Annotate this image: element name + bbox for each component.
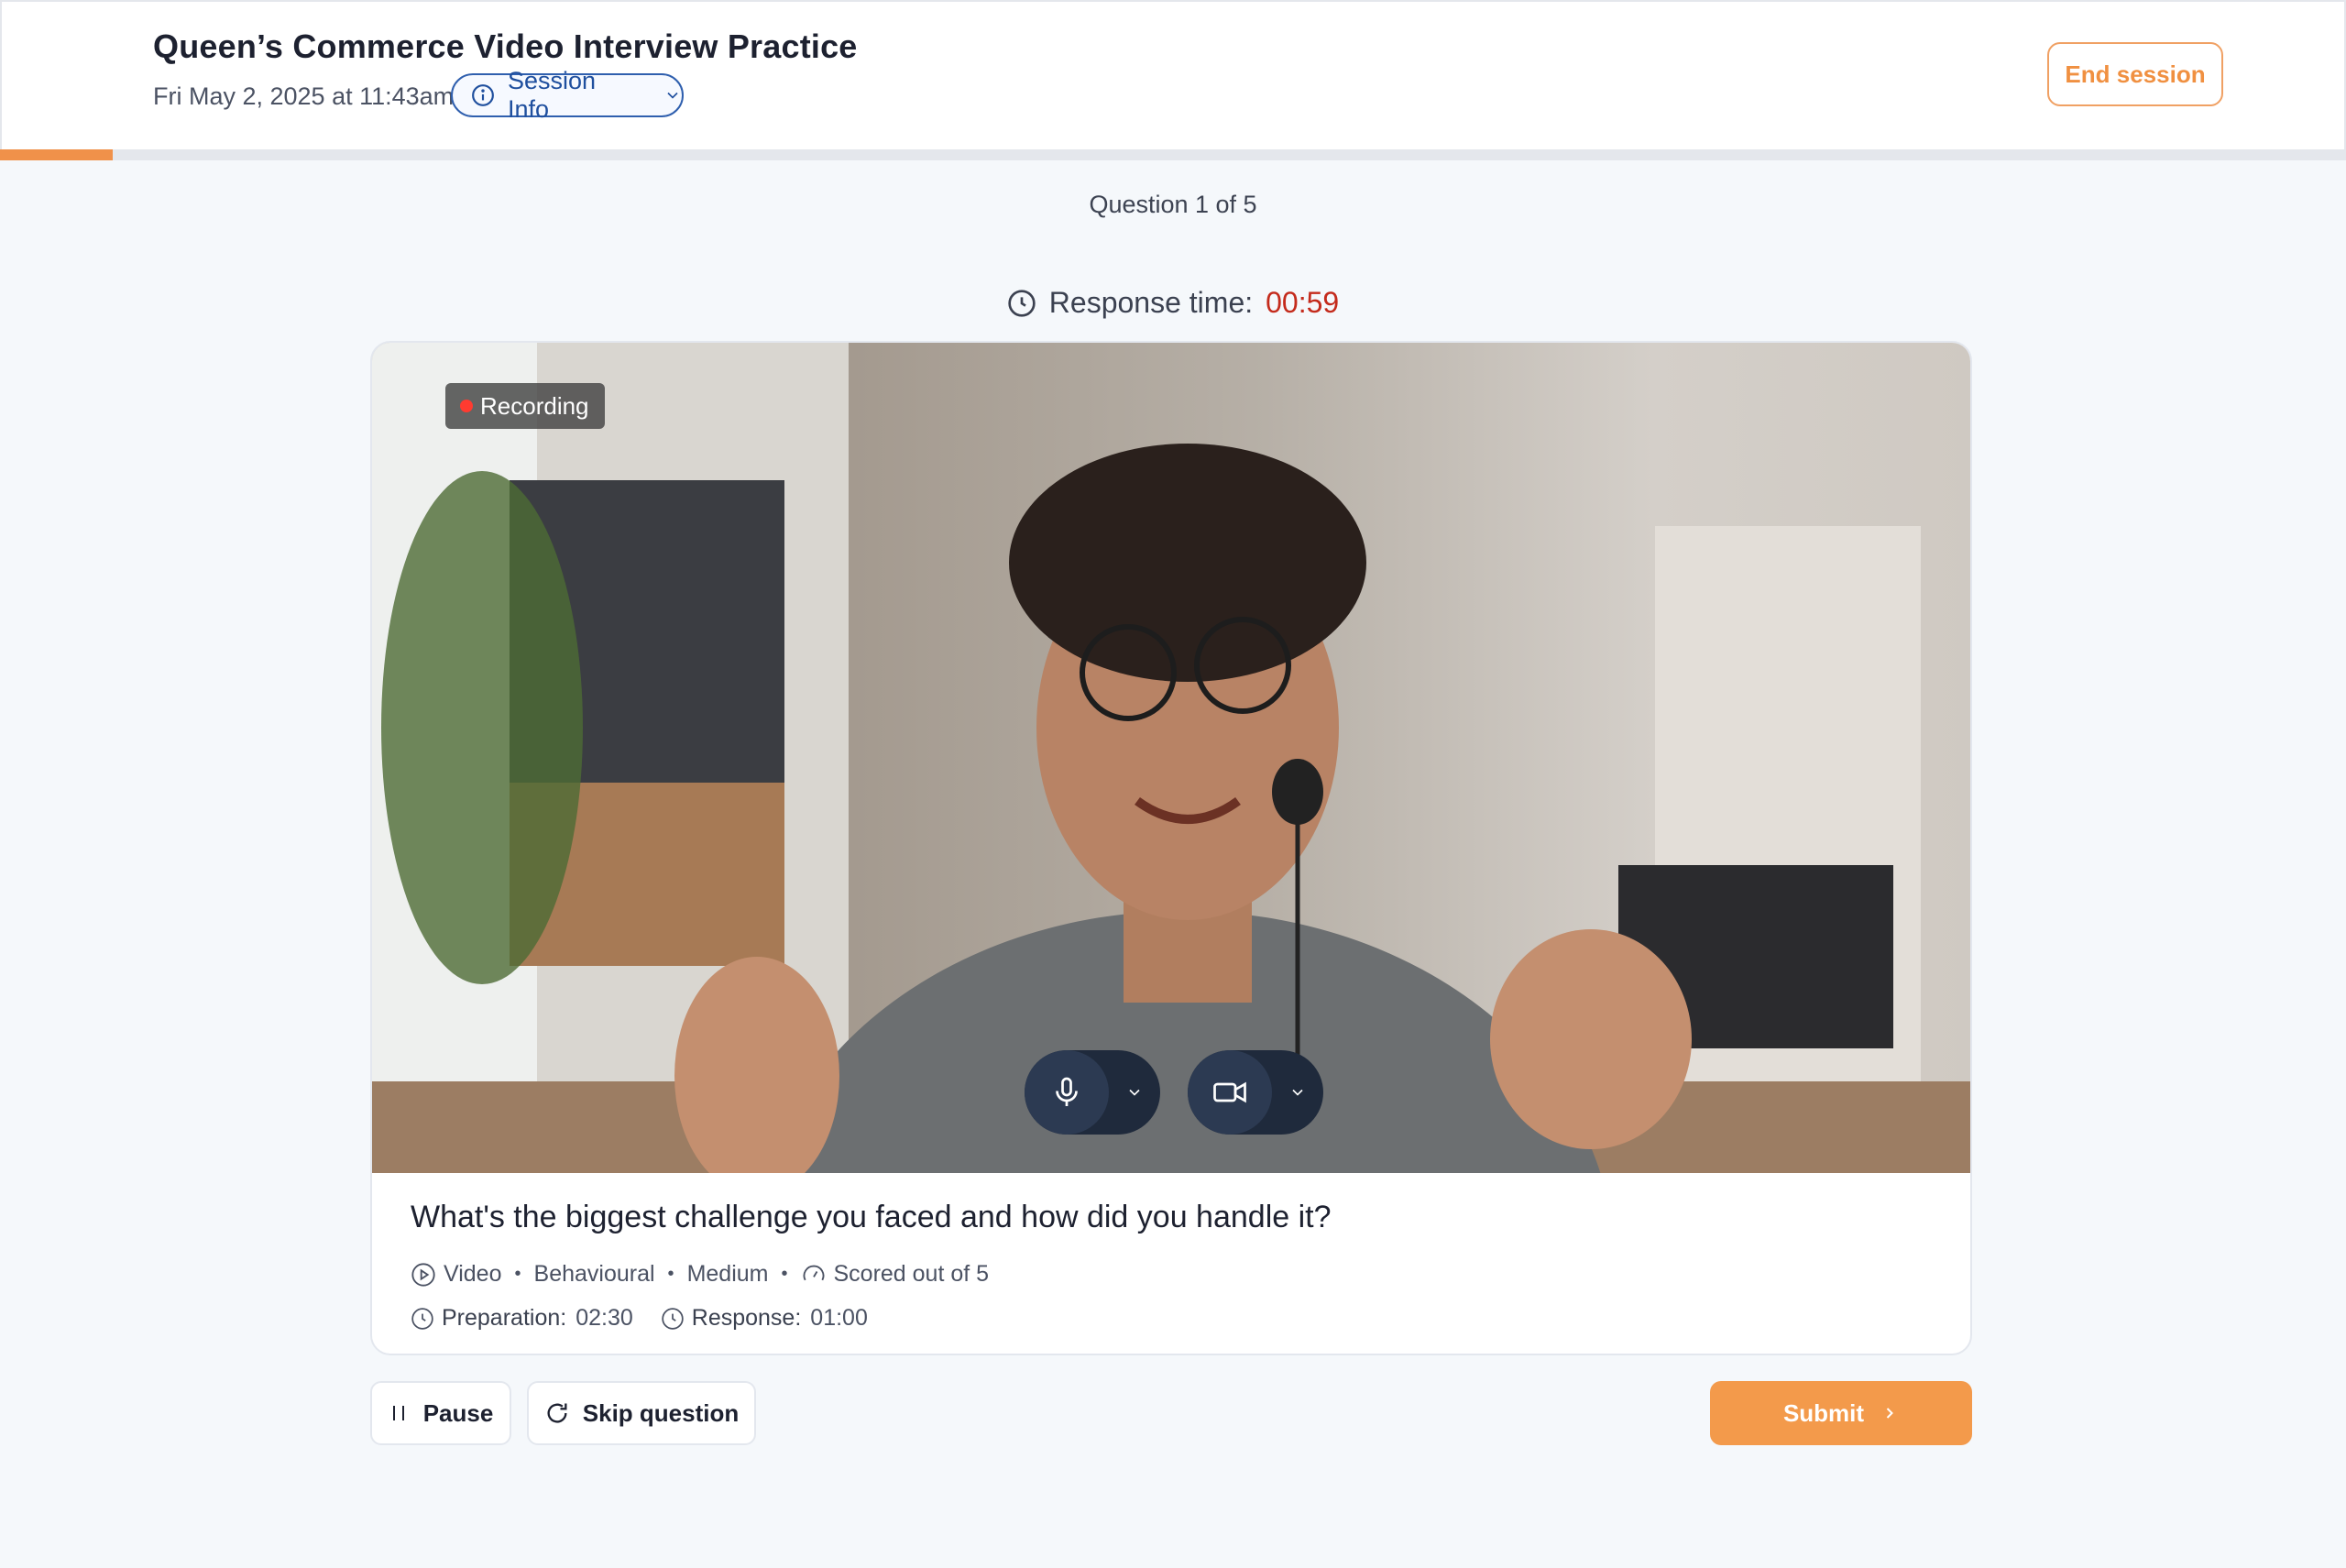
question-text: What's the biggest challenge you faced a… [411, 1200, 1332, 1234]
pause-label: Pause [422, 1398, 494, 1427]
question-scoring: Scored out of 5 [833, 1261, 990, 1287]
pause-icon [389, 1402, 411, 1424]
clock-icon [411, 1307, 434, 1331]
progress-bar-fill [0, 149, 113, 160]
response-timer-label: Response time: [1048, 286, 1254, 319]
question-difficulty: Medium [686, 1261, 769, 1287]
clock-icon [1007, 289, 1036, 318]
separator-dot: • [667, 1264, 674, 1284]
skip-question-button[interactable]: Skip question [527, 1381, 756, 1445]
question-category: Behavioural [533, 1261, 655, 1287]
chevron-right-icon [1880, 1404, 1899, 1422]
recording-dot-icon [460, 400, 473, 412]
play-circle-icon [411, 1262, 436, 1288]
info-icon [471, 83, 495, 107]
camera-toggle-button[interactable] [1188, 1050, 1272, 1135]
question-card: Recording What's the biggest challenge y… [370, 341, 1972, 1355]
response-value: 01:00 [810, 1305, 868, 1331]
question-counter: Question 1 of 5 [1089, 191, 1257, 218]
recording-label: Recording [480, 391, 589, 420]
response-timer-value: 00:59 [1266, 286, 1340, 319]
response-timer: Response time: 00:59 [0, 286, 2346, 320]
microphone-icon [1050, 1076, 1083, 1109]
video-preview: Recording [372, 343, 1970, 1173]
chevron-down-icon [1288, 1083, 1307, 1102]
video-camera-icon [1211, 1076, 1248, 1109]
separator-dot: • [514, 1264, 521, 1284]
question-meta: Video • Behavioural • Medium • Scored ou… [411, 1261, 989, 1288]
preparation-label: Preparation: [442, 1305, 567, 1331]
progress-bar [0, 149, 2346, 160]
session-info-button[interactable]: Session Info [451, 67, 684, 123]
submit-button[interactable]: Submit [1710, 1381, 1972, 1445]
pause-button[interactable]: Pause [370, 1381, 511, 1445]
session-info-label: Session Info [508, 67, 597, 123]
gauge-icon [801, 1262, 827, 1288]
camera-control [1188, 1050, 1323, 1135]
clock-icon [661, 1307, 685, 1331]
preparation-value: 02:30 [576, 1305, 633, 1331]
skip-question-label: Skip question [582, 1398, 740, 1427]
top-header: Queen’s Commerce Video Interview Practic… [0, 0, 2346, 149]
session-datetime: Fri May 2, 2025 at 11:43am [153, 82, 455, 110]
question-timing: Preparation: 02:30 Response: 01:00 [411, 1305, 868, 1332]
chevron-down-icon [663, 86, 682, 104]
page-title: Queen’s Commerce Video Interview Practic… [153, 27, 858, 65]
separator-dot: • [781, 1264, 788, 1284]
end-session-button[interactable]: End session [2047, 42, 2223, 106]
microphone-toggle-button[interactable] [1025, 1050, 1109, 1135]
chevron-down-icon [1125, 1083, 1144, 1102]
submit-label: Submit [1782, 1398, 1865, 1427]
recording-badge: Recording [445, 383, 605, 429]
microphone-control [1025, 1050, 1160, 1135]
redo-icon [544, 1400, 570, 1426]
response-label: Response: [691, 1305, 802, 1331]
question-type: Video [444, 1261, 502, 1287]
webcam-image [372, 343, 1970, 1173]
